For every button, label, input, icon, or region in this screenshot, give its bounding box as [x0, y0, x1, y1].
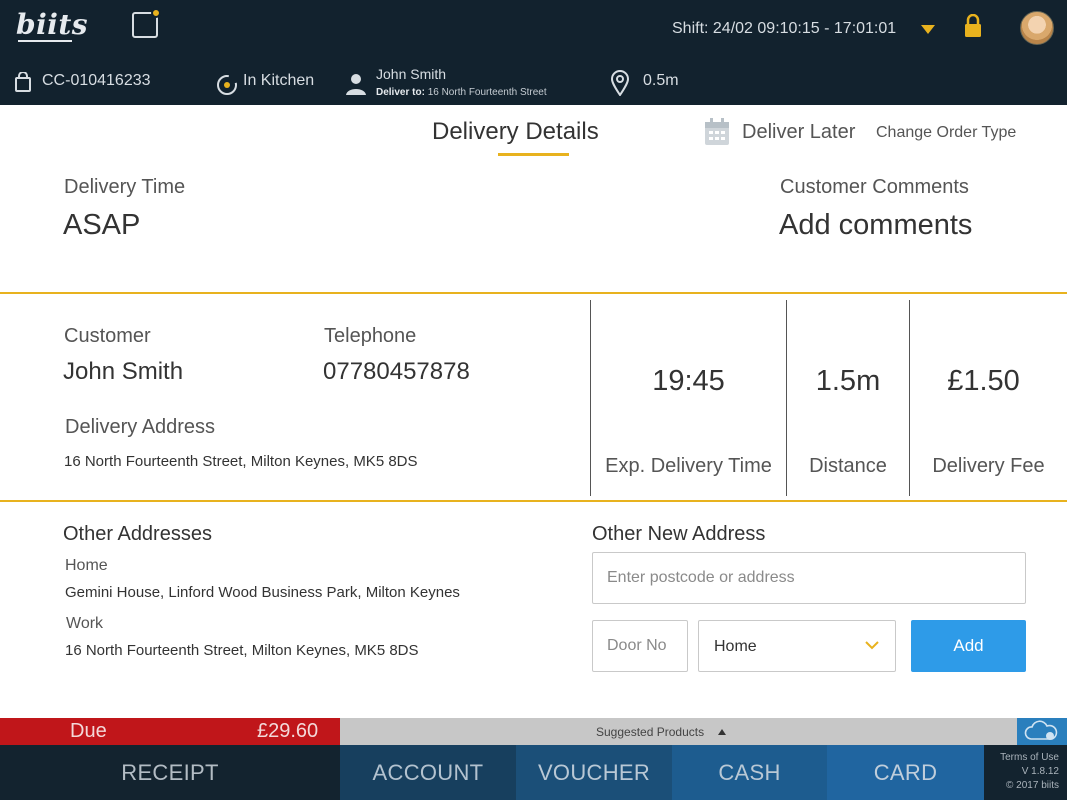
due-label: Due [70, 720, 107, 742]
due-bar: Due £29.60 [0, 718, 340, 745]
receipt-button[interactable]: RECEIPT [0, 745, 340, 800]
deliver-to-label: Deliver to: [376, 87, 425, 98]
terms-of-use-link[interactable]: Terms of Use [984, 751, 1059, 765]
app-logo: biits [16, 8, 89, 41]
order-status: In Kitchen [243, 72, 315, 89]
location-pin-icon [610, 70, 630, 96]
lock-icon[interactable] [964, 14, 982, 38]
order-id: CC-010416233 [42, 72, 151, 89]
telephone-value: 07780457878 [323, 358, 470, 385]
card-button[interactable]: CARD [827, 745, 984, 800]
shift-dropdown-icon[interactable] [921, 25, 935, 34]
account-button[interactable]: ACCOUNT [340, 745, 516, 800]
suggested-products-toggle[interactable]: Suggested Products [340, 718, 1017, 745]
tab-delivery-details[interactable]: Delivery Details [432, 118, 599, 146]
other-address-item[interactable]: 16 North Fourteenth Street, Milton Keyne… [65, 642, 419, 659]
delivery-address-label: Delivery Address [65, 416, 216, 438]
other-addresses-title: Other Addresses [63, 523, 212, 545]
distance-value: 1.5m [815, 365, 881, 397]
top-bar: biits Shift: 24/02 09:10:15 - 17:01:01 C… [0, 0, 1067, 105]
add-address-button[interactable]: Add [911, 620, 1026, 672]
logo-underline [18, 40, 72, 42]
due-amount: £29.60 [257, 720, 319, 742]
bag-icon [15, 72, 31, 92]
tab-deliver-later[interactable]: Deliver Later [742, 121, 855, 144]
calendar-icon[interactable] [704, 118, 730, 146]
cloud-icon [1024, 720, 1058, 740]
address-type-select[interactable]: Home [698, 620, 896, 672]
divider-top [0, 292, 1067, 294]
terms-panel: Terms of Use V 1.8.12 © 2017 biits [984, 745, 1067, 800]
user-icon [346, 74, 366, 95]
header-deliver-to: Deliver to: 16 North Fourteenth Street [376, 87, 547, 98]
notification-badge [151, 8, 161, 18]
exp-delivery-time-value: 19:45 [652, 365, 725, 397]
delivery-time-value[interactable]: ASAP [63, 209, 140, 242]
customer-comments-label: Customer Comments [780, 176, 969, 198]
suggested-products-label: Suggested Products [596, 725, 705, 739]
exp-delivery-time-label: Exp. Delivery Time [605, 455, 772, 477]
other-address-type: Home [65, 557, 108, 574]
distance-label: Distance [809, 455, 887, 477]
chevron-down-icon [865, 641, 879, 650]
address-type-selected: Home [714, 638, 757, 655]
add-comments-button[interactable]: Add comments [779, 209, 972, 242]
kitchen-icon [217, 75, 237, 95]
delivery-fee-label: Delivery Fee [932, 455, 1045, 477]
deliver-to-address: 16 North Fourteenth Street [427, 87, 547, 98]
change-order-type-link[interactable]: Change Order Type [876, 124, 1016, 142]
cloud-sync-button[interactable] [1017, 718, 1067, 745]
customer-name-value: John Smith [63, 358, 184, 385]
other-address-item[interactable]: Gemini House, Linford Wood Business Park… [65, 584, 460, 601]
user-avatar[interactable] [1020, 11, 1054, 45]
delivery-time-label: Delivery Time [64, 176, 186, 198]
door-number-input[interactable] [592, 620, 688, 672]
divider-bottom [0, 500, 1067, 502]
cash-button[interactable]: CASH [672, 745, 827, 800]
header-customer-name: John Smith [376, 66, 447, 82]
tab-active-indicator [498, 153, 569, 156]
app-version: V 1.8.12 [1021, 766, 1059, 777]
telephone-label: Telephone [324, 325, 417, 347]
address-search-input[interactable] [592, 552, 1026, 604]
shift-info: Shift: 24/02 09:10:15 - 17:01:01 [672, 20, 897, 37]
delivery-fee-value: £1.50 [947, 365, 1020, 397]
voucher-button[interactable]: VOUCHER [516, 745, 672, 800]
caret-up-icon [718, 729, 726, 735]
other-address-type: Work [66, 615, 104, 632]
header-distance: 0.5m [643, 72, 679, 89]
copyright: © 2017 biits [1006, 780, 1059, 791]
customer-label: Customer [64, 325, 151, 347]
delivery-address-value: 16 North Fourteenth Street, Milton Keyne… [64, 453, 418, 470]
other-new-address-title: Other New Address [592, 523, 766, 545]
